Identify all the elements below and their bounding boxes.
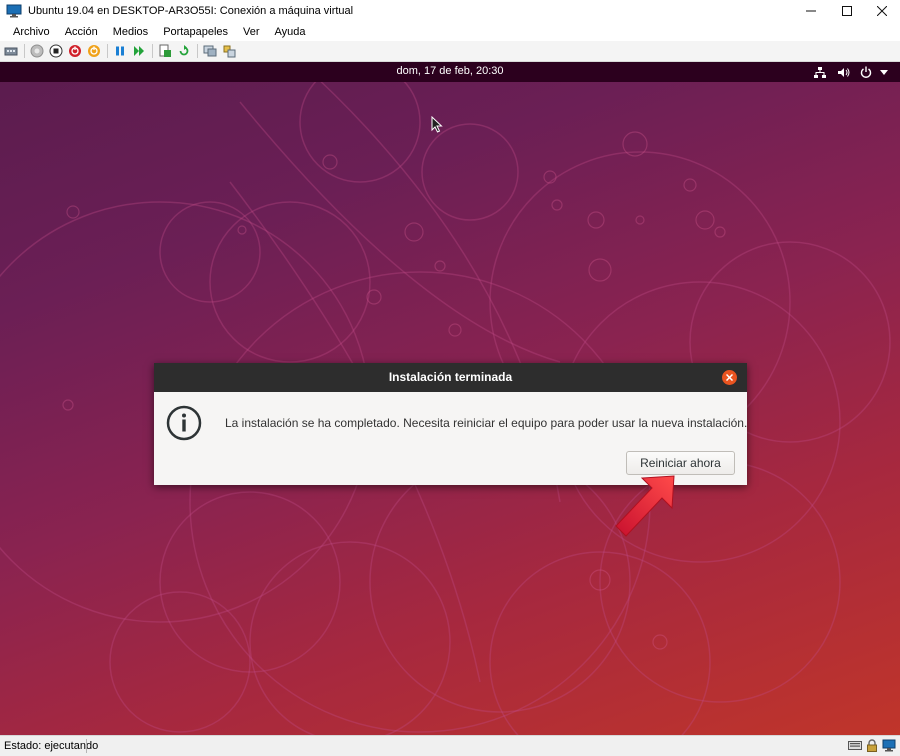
window-title-bar: Ubuntu 19.04 en DESKTOP-AR3O55I: Conexió… [0,0,900,23]
menu-ver[interactable]: Ver [237,26,266,38]
status-text: Estado: ejecutando [4,740,99,752]
clock[interactable]: dom, 17 de feb, 20:30 [0,65,900,77]
resume-icon[interactable] [132,44,146,58]
connection-icon [882,739,896,755]
menu-portapapeles[interactable]: Portapapeles [157,26,234,38]
volume-icon[interactable] [837,62,851,82]
pause-icon[interactable] [113,44,127,58]
toolbar-separator [152,44,153,58]
ctrl-alt-del-icon[interactable] [4,44,18,58]
menu-ayuda[interactable]: Ayuda [269,26,312,38]
minimize-button[interactable] [793,0,829,22]
mouse-cursor-icon [431,116,443,133]
install-complete-dialog: Instalación terminada La instalación se … [154,363,747,485]
annotation-arrow-icon [615,475,675,537]
status-bar: Estado: ejecutando [0,735,900,756]
power-icon[interactable] [859,62,873,82]
close-icon [726,374,733,381]
maximize-button[interactable] [829,0,865,22]
vm-toolbar [0,41,900,62]
vm-connection-icon [6,4,22,18]
restart-now-button[interactable]: Reiniciar ahora [626,451,735,475]
vm-screen[interactable]: dom, 17 de feb, 20:30 Instalación termin… [0,62,900,735]
start-icon[interactable] [30,44,44,58]
menu-bar: Archivo Acción Medios Portapapeles Ver A… [0,22,900,41]
menu-medios[interactable]: Medios [107,26,154,38]
chevron-down-icon[interactable] [878,62,890,82]
window-title: Ubuntu 19.04 en DESKTOP-AR3O55I: Conexió… [28,5,354,17]
info-icon [166,405,202,441]
toolbar-separator [24,44,25,58]
revert-icon[interactable] [177,44,191,58]
status-divider [86,739,87,753]
enhanced-session-icon[interactable] [203,44,217,58]
lock-icon [866,739,878,755]
save-icon[interactable] [87,44,101,58]
settings-icon[interactable] [222,44,236,58]
dialog-close-button[interactable] [722,370,737,385]
keyboard-icon [848,739,862,754]
close-window-button[interactable] [864,0,900,22]
gnome-top-bar: dom, 17 de feb, 20:30 [0,62,900,82]
dialog-title: Instalación terminada [388,370,513,384]
checkpoint-icon[interactable] [158,44,172,58]
menu-accion[interactable]: Acción [59,26,104,38]
shut-down-icon[interactable] [68,44,82,58]
dialog-message: La instalación se ha completado. Necesit… [225,416,748,430]
toolbar-separator [197,44,198,58]
dialog-header: Instalación terminada [154,363,747,392]
network-icon[interactable] [813,62,827,82]
turn-off-icon[interactable] [49,44,63,58]
menu-archivo[interactable]: Archivo [0,26,56,38]
toolbar-separator [107,44,108,58]
